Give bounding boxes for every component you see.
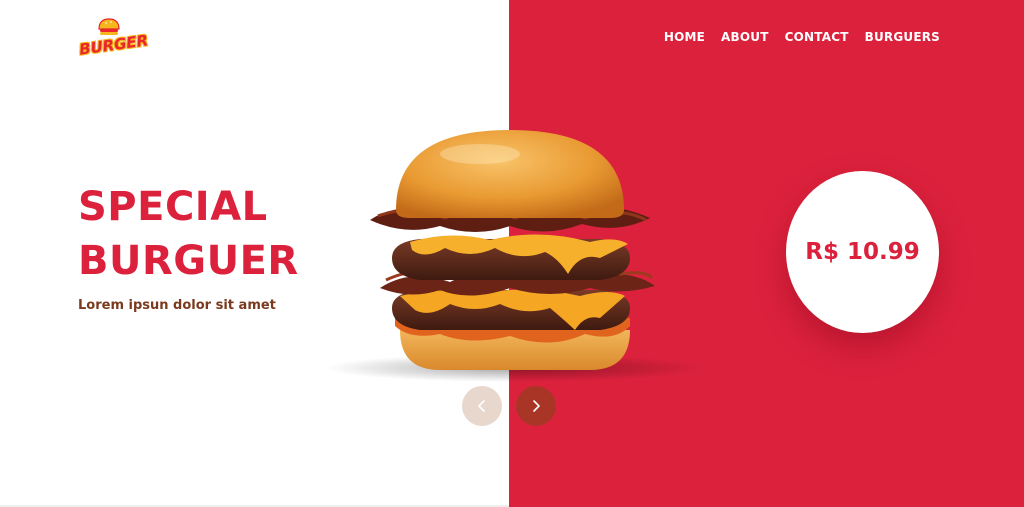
price-badge: R$ 10.99 [786, 171, 939, 333]
chevron-left-icon [478, 400, 485, 412]
brand-logo[interactable]: BURGER [78, 16, 149, 62]
carousel-prev-button[interactable] [462, 386, 502, 426]
main-nav: HOME ABOUT CONTACT BURGUERS [664, 30, 940, 44]
nav-item-burguers[interactable]: BURGUERS [865, 30, 940, 44]
landing-page: BURGER HOME ABOUT CONTACT BURGUERS SPECI… [0, 0, 1024, 507]
logo-wordmark: BURGER [78, 31, 150, 59]
nav-item-contact[interactable]: CONTACT [785, 30, 849, 44]
nav-item-home[interactable]: HOME [664, 30, 705, 44]
chevron-right-icon [533, 400, 540, 412]
nav-item-about[interactable]: ABOUT [721, 30, 769, 44]
hero-subtitle: Lorem ipsun dolor sit amet [78, 298, 276, 313]
price-text: R$ 10.99 [805, 239, 920, 265]
burger-image [325, 130, 705, 382]
burger-logo-icon [98, 18, 120, 35]
carousel-next-button[interactable] [516, 386, 556, 426]
